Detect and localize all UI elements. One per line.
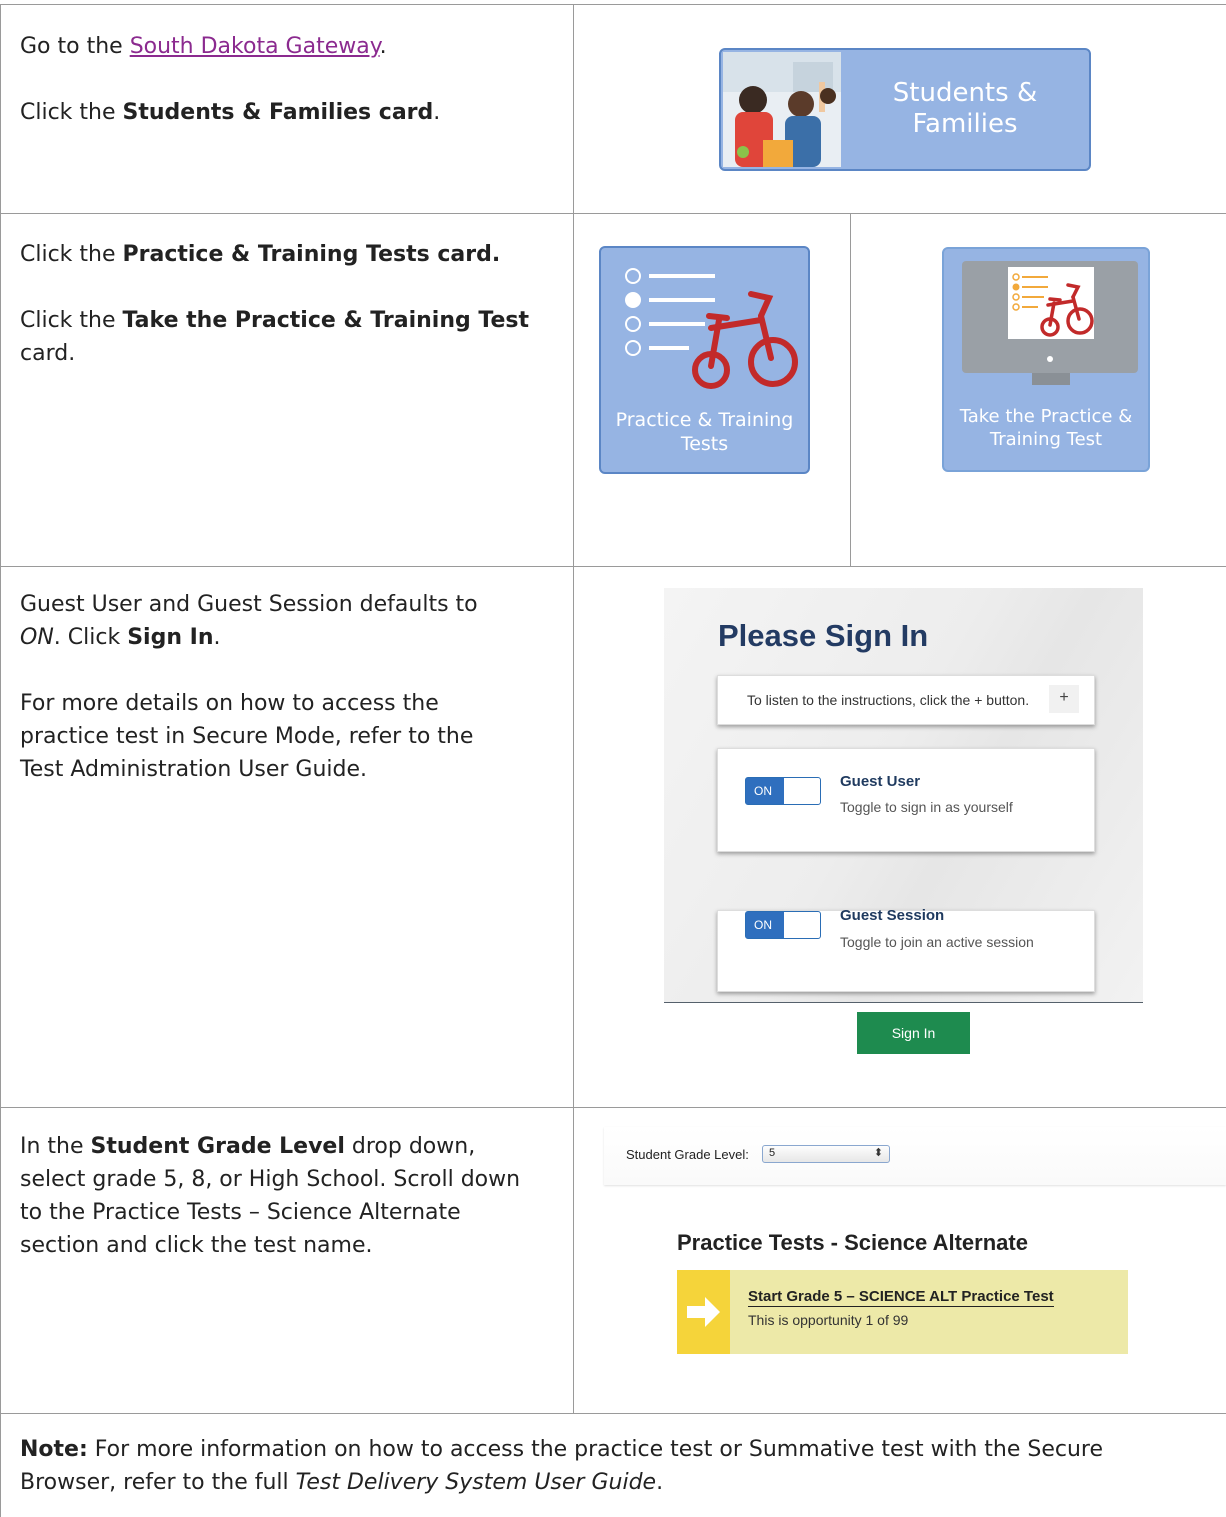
text: Click the <box>20 242 123 267</box>
start-arrow-tile <box>677 1270 730 1354</box>
row-divider-4 <box>0 1413 1226 1414</box>
bold-text: Sign In <box>127 625 214 650</box>
bold-text: Take the Practice & Training Test <box>122 308 530 333</box>
text: card. <box>20 341 76 366</box>
row3-instructions: Guest User and Guest Session defaults to… <box>20 588 560 786</box>
guest-user-title: Guest User <box>840 773 921 790</box>
classroom-photo <box>723 52 841 167</box>
south-dakota-gateway-link[interactable]: South Dakota Gateway <box>130 34 380 59</box>
students-families-card[interactable]: Students & Families <box>719 48 1091 171</box>
card-label-line: Take the Practice & <box>959 406 1133 427</box>
plus-button[interactable]: + <box>1049 685 1079 713</box>
bold-text: Practice & Training Tests card. <box>122 242 501 267</box>
guest-user-panel: ON Guest User Toggle to sign in as yours… <box>717 748 1095 852</box>
card-label-line: Students & <box>892 78 1038 108</box>
note: Note: For more information on how to acc… <box>20 1433 1210 1499</box>
opportunity-text: This is opportunity 1 of 99 <box>748 1312 909 1328</box>
guest-user-subtitle: Toggle to sign in as yourself <box>840 799 1013 815</box>
row1-instructions: Go to the South Dakota Gateway. Click th… <box>20 30 560 129</box>
page-title: Please Sign In <box>718 618 929 653</box>
toggle-on-label: ON <box>746 912 784 938</box>
text: Click the <box>20 100 123 125</box>
tricycle-list-icon <box>625 268 798 389</box>
text: practice test in Secure Mode, refer to t… <box>20 724 474 749</box>
text: In the <box>20 1134 91 1159</box>
text: . <box>213 625 221 650</box>
italic-text: ON <box>20 625 54 650</box>
grade-level-selected: 5 <box>769 1147 776 1159</box>
table-border-left <box>0 4 1 1517</box>
text: to the Practice Tests – Science Alternat… <box>20 1200 461 1225</box>
listen-instructions-text: To listen to the instructions, click the… <box>747 692 1030 708</box>
text: Guest User and Guest Session defaults to <box>20 592 478 617</box>
text: Browser, refer to the full <box>20 1470 296 1495</box>
text: For more details on how to access the <box>20 691 439 716</box>
text: . <box>433 100 441 125</box>
section-title: Practice Tests - Science Alternate <box>677 1230 1028 1255</box>
note-label: Note: <box>20 1437 88 1462</box>
card-label-line: Practice & Training <box>615 409 794 431</box>
guest-session-title: Guest Session <box>840 907 945 924</box>
grade-level-select[interactable]: 5 ⬍ <box>762 1145 890 1163</box>
guest-session-subtitle: Toggle to join an active session <box>840 934 1034 950</box>
text: . Click <box>53 625 128 650</box>
signin-divider <box>664 1002 1143 1003</box>
guest-user-toggle[interactable]: ON <box>745 777 821 805</box>
guest-session-toggle[interactable]: ON <box>745 911 821 939</box>
right-arrow-icon <box>687 1297 720 1327</box>
card-label-line: Tests <box>680 433 729 455</box>
toggle-on-label: ON <box>746 778 784 804</box>
grade-level-label: Student Grade Level: <box>626 1147 749 1162</box>
card-label: Practice & Training Tests <box>601 408 808 456</box>
take-practice-training-test-card[interactable]: Take the Practice & Training Test <box>942 247 1150 472</box>
row4-instructions: In the Student Grade Level drop down, se… <box>20 1130 580 1262</box>
practice-training-tests-card[interactable]: Practice & Training Tests <box>599 246 810 474</box>
text: Click the <box>20 308 123 333</box>
text: . <box>656 1470 664 1495</box>
italic-text: Test Delivery System User Guide <box>295 1470 657 1495</box>
text: . <box>379 34 387 59</box>
bold-text: Students & Families card <box>122 100 434 125</box>
row2-instructions: Click the Practice & Training Tests card… <box>20 238 560 370</box>
listen-instructions-panel: To listen to the instructions, click the… <box>717 675 1095 725</box>
row-divider-3 <box>0 1107 1226 1108</box>
test-name-link[interactable]: Start Grade 5 – SCIENCE ALT Practice Tes… <box>748 1288 1054 1307</box>
sign-in-screen: Please Sign In To listen to the instruct… <box>664 588 1143 1003</box>
bold-text: Student Grade Level <box>90 1134 345 1159</box>
text: drop down, <box>344 1134 476 1159</box>
select-arrows-icon: ⬍ <box>873 1146 883 1159</box>
subcolumn-divider <box>850 213 851 566</box>
card-label-line: Families <box>912 109 1018 139</box>
row-divider-2 <box>0 566 1226 567</box>
card-label: Take the Practice & Training Test <box>944 405 1148 451</box>
row-divider-1 <box>0 213 1226 214</box>
guest-session-panel: ON Guest Session Toggle to join an activ… <box>717 907 1095 992</box>
monitor-tricycle-icon <box>962 261 1138 385</box>
text: For more information on how to access th… <box>87 1437 1104 1462</box>
sign-in-button[interactable]: Sign In <box>857 1012 970 1054</box>
table-border-top <box>0 4 1226 5</box>
text: Go to the <box>20 34 130 59</box>
text: select grade 5, 8, or High School. Scrol… <box>20 1167 521 1192</box>
card-label-line: Training Test <box>989 429 1103 450</box>
text: Test Administration User Guide. <box>20 757 368 782</box>
card-label: Students & Families <box>841 78 1089 140</box>
text: section and click the test name. <box>20 1233 373 1258</box>
practice-test-row[interactable]: Start Grade 5 – SCIENCE ALT Practice Tes… <box>677 1270 1128 1354</box>
grade-level-bar: Student Grade Level: 5 ⬍ <box>604 1127 1226 1185</box>
